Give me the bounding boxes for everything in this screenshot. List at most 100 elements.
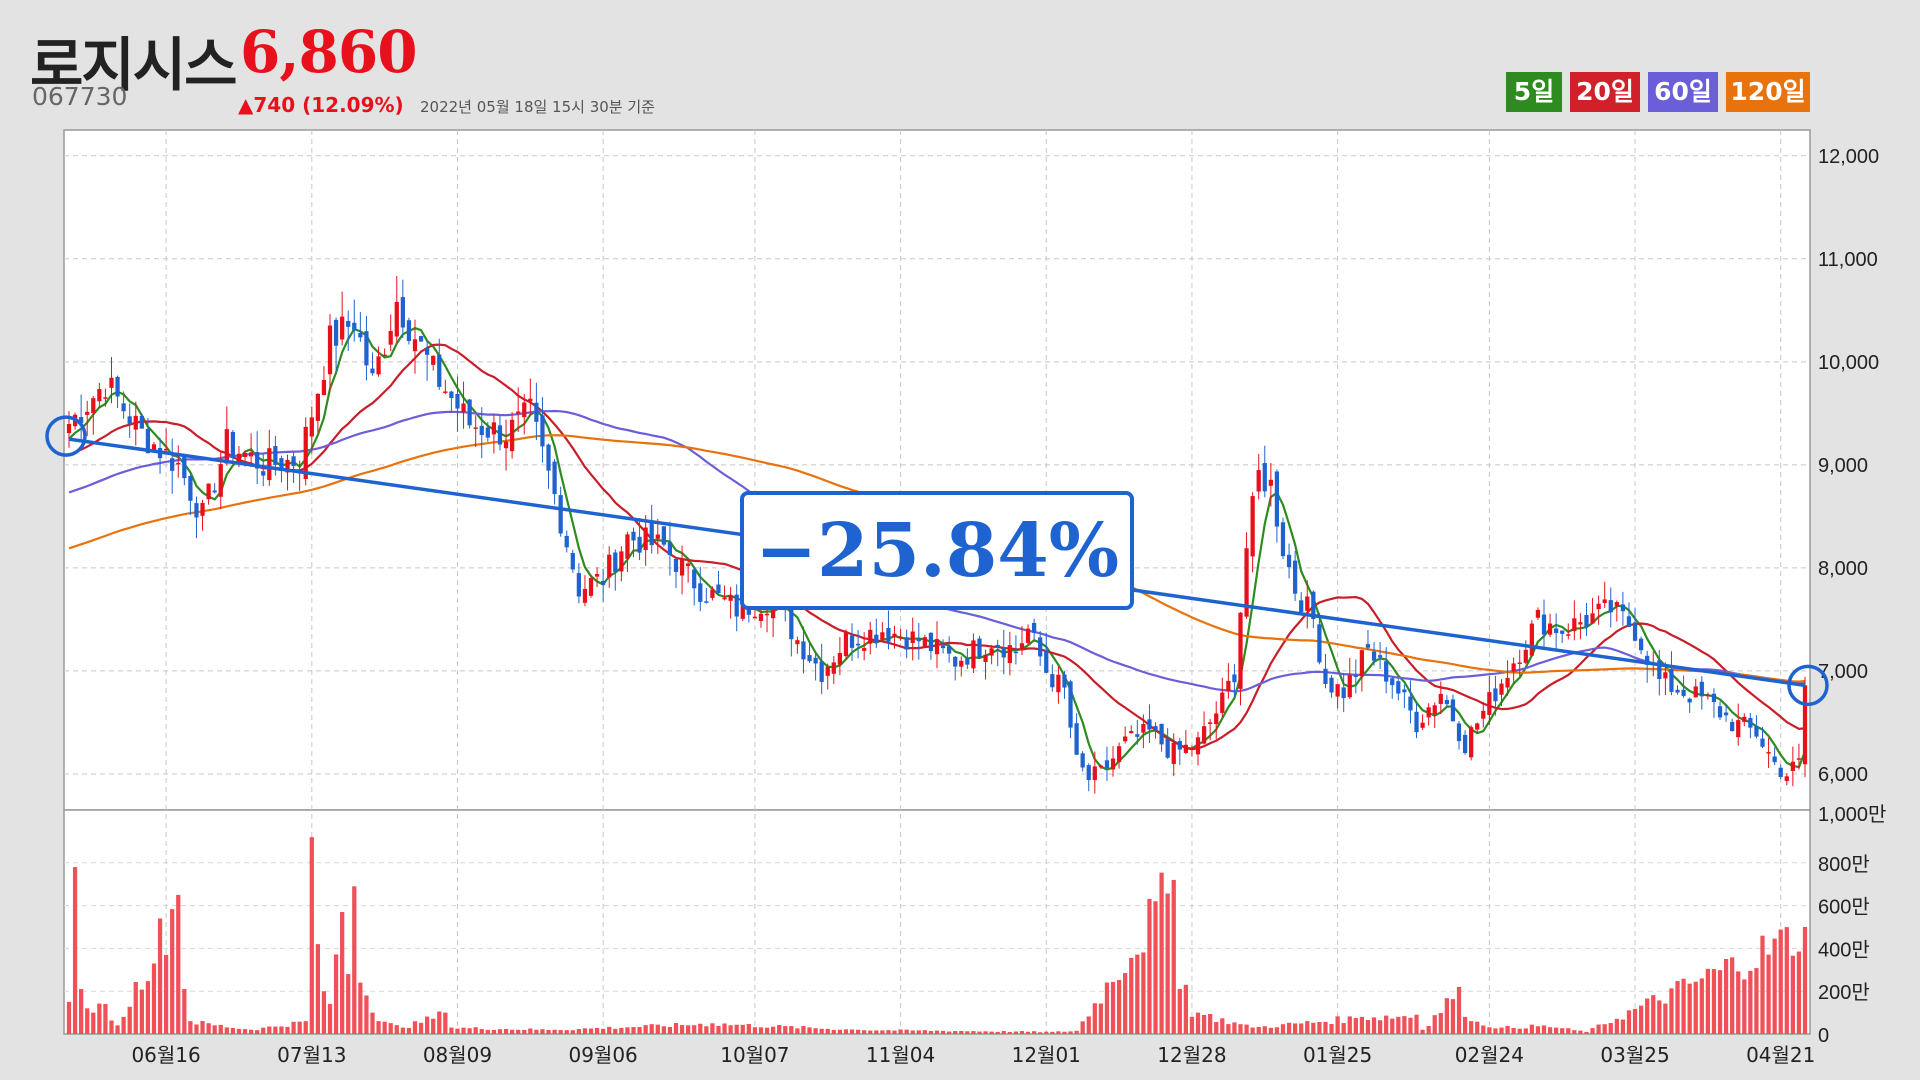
volume-bar: [1675, 981, 1680, 1034]
date-tick-label: 02월24: [1455, 1043, 1524, 1067]
volume-bar: [1438, 1013, 1443, 1034]
volume-bar: [346, 974, 351, 1034]
volume-bar: [837, 1029, 843, 1034]
candle-body: [139, 416, 144, 429]
volume-bar: [825, 1028, 830, 1034]
volume-bar: [370, 1012, 375, 1034]
volume-bar: [1620, 1019, 1626, 1034]
volume-bar: [758, 1027, 764, 1034]
volume-bar: [352, 886, 357, 1034]
candle-body: [261, 471, 266, 476]
candle-body: [1044, 650, 1049, 673]
volume-bar: [1796, 951, 1802, 1034]
candle-body: [212, 490, 217, 493]
candle-body: [1608, 600, 1613, 613]
candle-body: [109, 377, 114, 388]
candle-body: [1384, 661, 1389, 682]
candle-body: [1663, 672, 1668, 679]
candle-body: [1699, 681, 1704, 697]
volume-bar: [412, 1021, 418, 1034]
volume-bar: [242, 1029, 248, 1034]
volume-bar: [588, 1028, 594, 1034]
volume-bar: [1663, 1003, 1668, 1034]
candle-body: [540, 415, 545, 447]
volume-bar: [485, 1029, 490, 1034]
volume-bar: [1195, 1012, 1201, 1034]
volume-bar: [679, 1025, 685, 1034]
volume-tick-label: 200만: [1818, 981, 1870, 1004]
volume-bar: [285, 1026, 290, 1034]
volume-bar: [1262, 1026, 1267, 1034]
volume-bar: [1626, 1010, 1632, 1034]
candle-body: [1104, 760, 1110, 769]
candle-body: [1554, 628, 1559, 634]
volume-bar: [1614, 1018, 1619, 1034]
volume-bar: [953, 1031, 958, 1034]
candle-body: [728, 595, 733, 601]
candle-body: [995, 644, 1000, 648]
volume-bar: [1717, 970, 1723, 1034]
candle-body: [1742, 716, 1747, 722]
candle-body: [1256, 470, 1261, 492]
volume-bar: [1232, 1022, 1237, 1034]
candle-body: [1736, 720, 1741, 738]
volume-bar: [1535, 1026, 1541, 1034]
candle-body: [425, 348, 430, 355]
volume-bar: [783, 1026, 788, 1034]
candle-body: [855, 643, 861, 646]
volume-bar: [1341, 1023, 1346, 1034]
candle-body: [631, 531, 636, 541]
candle-body: [1596, 603, 1601, 610]
volume-bar: [1632, 1008, 1638, 1034]
candle-body: [710, 589, 715, 598]
volume-bar: [333, 954, 339, 1034]
volume-bar: [843, 1029, 849, 1034]
volume-bar: [1317, 1022, 1322, 1034]
volume-bar: [558, 1030, 563, 1034]
volume-bar: [1699, 978, 1704, 1034]
volume-bar: [248, 1029, 254, 1034]
volume-bar: [309, 837, 314, 1034]
candle-body: [1050, 674, 1055, 688]
candle-body: [1208, 722, 1213, 724]
volume-bar: [218, 1024, 223, 1034]
candle-body: [1293, 560, 1298, 594]
candle-body: [479, 425, 484, 436]
candle-body: [1487, 692, 1492, 715]
candle-body: [1444, 699, 1449, 705]
volume-bar: [928, 1031, 934, 1034]
date-tick-label: 08월09: [423, 1043, 492, 1067]
volume-bar: [455, 1028, 460, 1034]
volume-bar: [1274, 1027, 1280, 1034]
candle-body: [1420, 722, 1425, 728]
volume-bar: [1390, 1018, 1395, 1034]
candle-body: [1074, 723, 1079, 755]
candle-body: [971, 640, 976, 669]
candle-body: [922, 637, 927, 647]
candle-body: [1432, 705, 1437, 715]
candle-body: [1687, 698, 1692, 703]
volume-bar: [1432, 1015, 1437, 1034]
volume-bar: [1189, 1016, 1195, 1034]
volume-bar: [1098, 1003, 1104, 1034]
volume-bar: [983, 1031, 988, 1034]
volume-bar: [1038, 1032, 1043, 1034]
volume-bar: [157, 918, 163, 1034]
candle-body: [582, 588, 588, 603]
volume-bar: [376, 1021, 381, 1034]
volume-bar: [267, 1026, 272, 1034]
candle-body: [959, 660, 964, 667]
volume-bar: [1481, 1025, 1486, 1034]
candle-body: [1305, 596, 1310, 611]
candle-body: [1226, 680, 1231, 692]
price-tick-label: 8,000: [1818, 558, 1868, 580]
volume-bar: [704, 1026, 709, 1034]
candle-body: [1135, 734, 1140, 737]
volume-bar: [1396, 1016, 1401, 1034]
candle-body: [224, 429, 229, 464]
volume-bar: [594, 1027, 600, 1034]
candle-body: [431, 355, 436, 365]
candle-body: [977, 638, 982, 658]
volume-bar: [151, 963, 157, 1034]
volume-bar: [503, 1028, 509, 1034]
